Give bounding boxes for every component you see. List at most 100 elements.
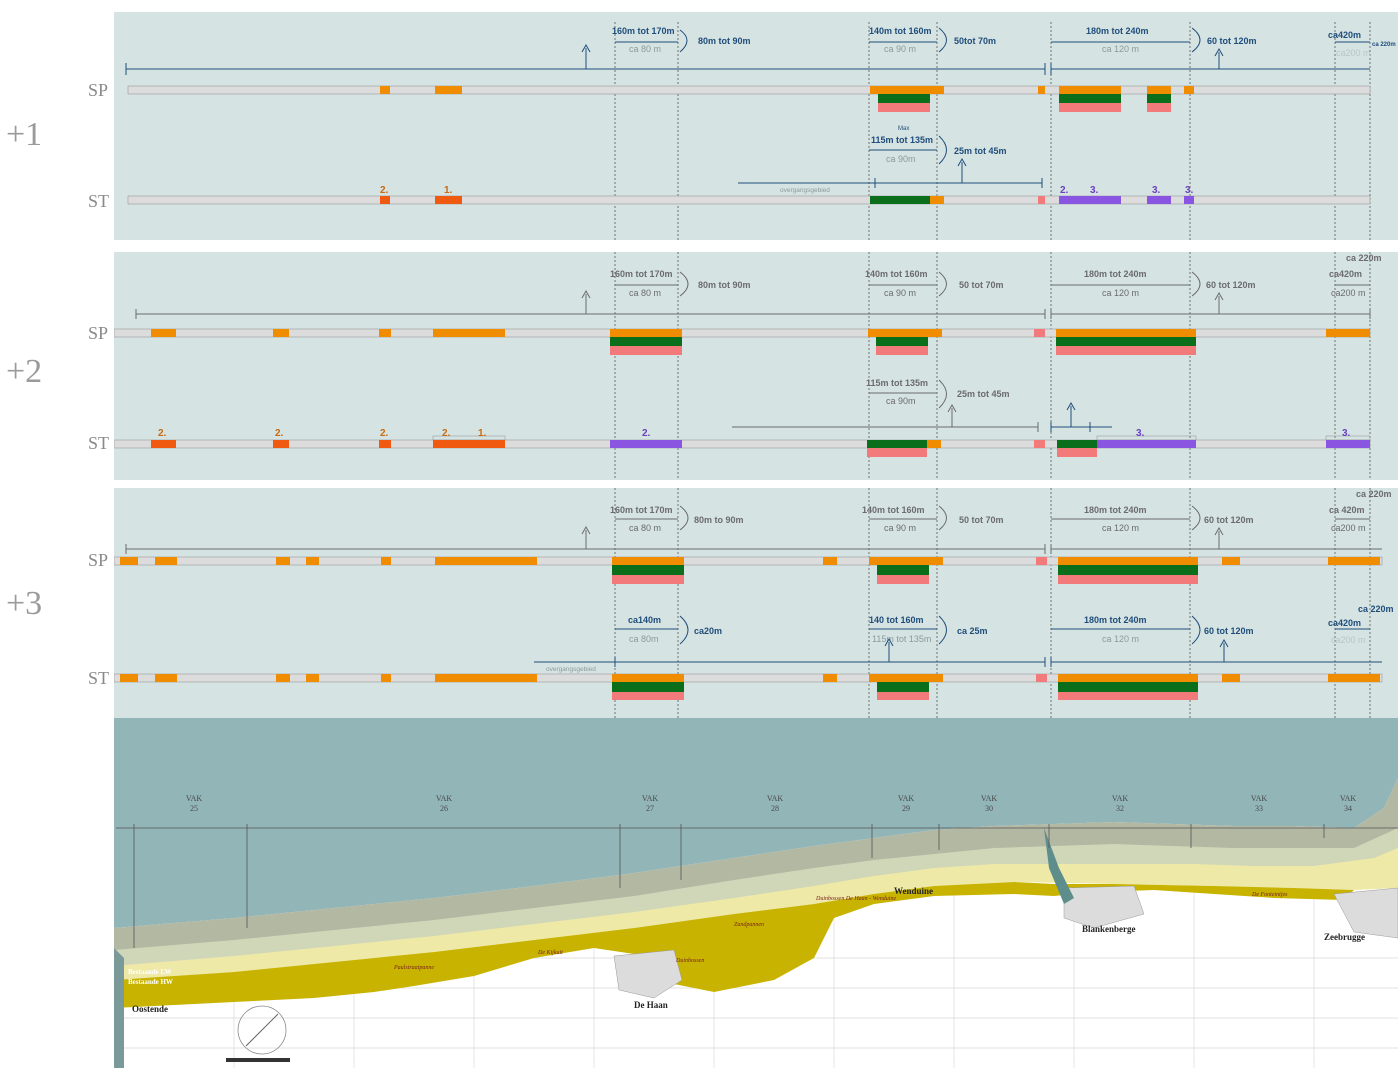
transition-zone-label: overgangsgebied (546, 666, 596, 673)
dim-label: 50 tot 70m (959, 515, 1004, 525)
dim-label: 180m tot 240m (1086, 26, 1149, 36)
dim-label: 140m tot 160m (865, 269, 928, 279)
dim-label: ca420m (1328, 618, 1361, 628)
dim-label: 60 tot 120m (1204, 515, 1254, 525)
dim-label: Max (898, 126, 909, 132)
phase-label: 2. (380, 185, 389, 196)
dim-sub-label: ca 90m (886, 396, 916, 406)
dim-sub-label: ca 120 m (1102, 288, 1139, 298)
dim-sub-label: ca200 m (1331, 635, 1366, 645)
sp-track (113, 328, 1371, 355)
dim-label: 140m tot 160m (869, 26, 932, 36)
phase-label: 2. (275, 428, 284, 439)
st-dimensions: 115m tot 135m ca 90m 25m tot 45m (732, 378, 1112, 432)
dim-label: ca140m (628, 615, 661, 625)
dim-sub-label: ca 120 m (1102, 523, 1139, 533)
panel-1-diagram: 160m tot 170m ca 80 m 80m tot 90m 140m t… (125, 22, 1396, 240)
dim-label: 60 tot 120m (1207, 36, 1257, 46)
vak-label: VAK 28 (766, 794, 784, 813)
panel-level-1: 160m tot 170m ca 80 m 80m tot 90m 140m t… (114, 12, 1398, 240)
dim-sub-label: ca200 m (1331, 288, 1366, 298)
dim-label: ca 220m (1358, 604, 1394, 614)
phase-label: 3. (1185, 185, 1194, 196)
town-label: De Haan (634, 1000, 668, 1010)
phase-label: 3. (1342, 428, 1351, 439)
st-track: 2. 1. 2. 3. 3. 3. (127, 185, 1371, 205)
dim-label: 80m tot 90m (698, 280, 751, 290)
st-track: 2. 2. 2. 2. 1. 2. 3. 3. (113, 428, 1371, 457)
coastal-map-svg (114, 718, 1398, 1068)
dim-sub-label: ca 80m (629, 634, 659, 644)
row-label-st: ST (88, 433, 110, 453)
area-label: De Kijkuit (538, 950, 563, 956)
vak-label: VAK 30 (980, 794, 998, 813)
phase-label: 2. (1060, 185, 1069, 196)
dim-label: ca 25m (957, 626, 988, 636)
dim-label: 140m tot 160m (862, 505, 925, 515)
phase-label: 1. (444, 185, 453, 196)
phase-label: 3. (1152, 185, 1161, 196)
level-label-1: +1 (6, 116, 43, 153)
vak-label: VAK 29 (897, 794, 915, 813)
dim-sub-label: ca 90 m (884, 288, 916, 298)
town-label: Wenduine (894, 886, 934, 896)
area-label: Duinbossen (676, 958, 705, 964)
panel-2-diagram: ca 220m 160m tot 170m ca 80 m 80m tot 90… (113, 252, 1382, 480)
sp-dimensions: 160m tot 170m ca 80 m 80m tot 90m 140m t… (125, 26, 1396, 75)
coastal-map: VAK 25 VAK 26 VAK 27 VAK 28 VAK 29 VAK 30 VAK 32 VAK 33… (114, 718, 1398, 1068)
phase-label: 2. (380, 428, 389, 439)
dim-sub-label: ca200 m (1331, 523, 1366, 533)
dim-label: 160m tot 170m (612, 26, 675, 36)
dim-sub-label: ca 90m (886, 154, 916, 164)
town-label: Oostende (132, 1004, 168, 1014)
dim-label: 180m tot 240m (1084, 615, 1147, 625)
transition-zone-label: overgangsgebied (780, 187, 830, 194)
town-label: Blankenberge (1082, 924, 1136, 934)
area-label: De Fonteintjes (1252, 892, 1288, 898)
dim-sub-label: ca 90 m (884, 523, 916, 533)
legend-item: Bestaande LW (128, 968, 172, 976)
sp-dimensions: ca 220m 160m tot 170m ca 80 m 80m tot 90… (135, 253, 1382, 319)
dim-sub-label: ca200 m (1336, 48, 1371, 58)
dim-label: 115m tot 135m (866, 378, 928, 388)
dim-label: 160m tot 170m (610, 269, 673, 279)
dim-label: 60 tot 120m (1206, 280, 1256, 290)
sp-track (113, 556, 1383, 584)
dim-label: ca 420m (1329, 505, 1365, 515)
dim-label: 140 tot 160m (869, 615, 924, 625)
dim-label: 180m tot 240m (1084, 505, 1147, 515)
sp-track (127, 85, 1371, 112)
level-label-3: +3 (6, 585, 43, 622)
vak-label: VAK 33 (1250, 794, 1268, 813)
row-label-sp: SP (88, 80, 109, 100)
dim-label: ca420m (1329, 269, 1362, 279)
dim-sub-label: 115m tot 135m (872, 634, 931, 644)
phase-label: 2. (158, 428, 167, 439)
phase-label: 2. (442, 428, 451, 439)
dim-label: 80m tot 90m (698, 36, 751, 46)
guide-lines (614, 22, 1371, 240)
dim-label: ca20m (694, 626, 722, 636)
phase-label: 3. (1136, 428, 1145, 439)
phase-label: 1. (478, 428, 487, 439)
dim-label: 80m to 90m (694, 515, 744, 525)
vak-label: VAK 34 (1339, 794, 1357, 813)
sp-dimensions: ca 220m 160m tot 170m ca 80 m 80m to 90m… (125, 489, 1392, 554)
dim-label: ca 220m (1356, 489, 1392, 499)
dim-label: 50 tot 70m (959, 280, 1004, 290)
vak-label: VAK 26 (435, 794, 453, 813)
row-label-st: ST (88, 668, 110, 688)
row-label-st: ST (88, 191, 110, 211)
st-dimensions: Max 115m tot 135m ca 90m 25m tot 45m ove… (738, 126, 1043, 194)
vak-label: VAK 27 (641, 794, 659, 813)
dim-label: ca 220m (1372, 42, 1396, 48)
dim-label: 115m tot 135m (871, 135, 933, 145)
legend-item: Bestaande HW (128, 978, 173, 986)
st-track (113, 673, 1383, 700)
vak-label: VAK 32 (1111, 794, 1129, 813)
dim-label: 25m tot 45m (954, 146, 1007, 156)
dim-label: 160m tot 170m (610, 505, 673, 515)
panel-3-diagram: ca 220m 160m tot 170m ca 80 m 80m to 90m… (113, 488, 1394, 718)
dim-label: 50tot 70m (954, 36, 996, 46)
vak-label: VAK 25 (185, 794, 203, 813)
